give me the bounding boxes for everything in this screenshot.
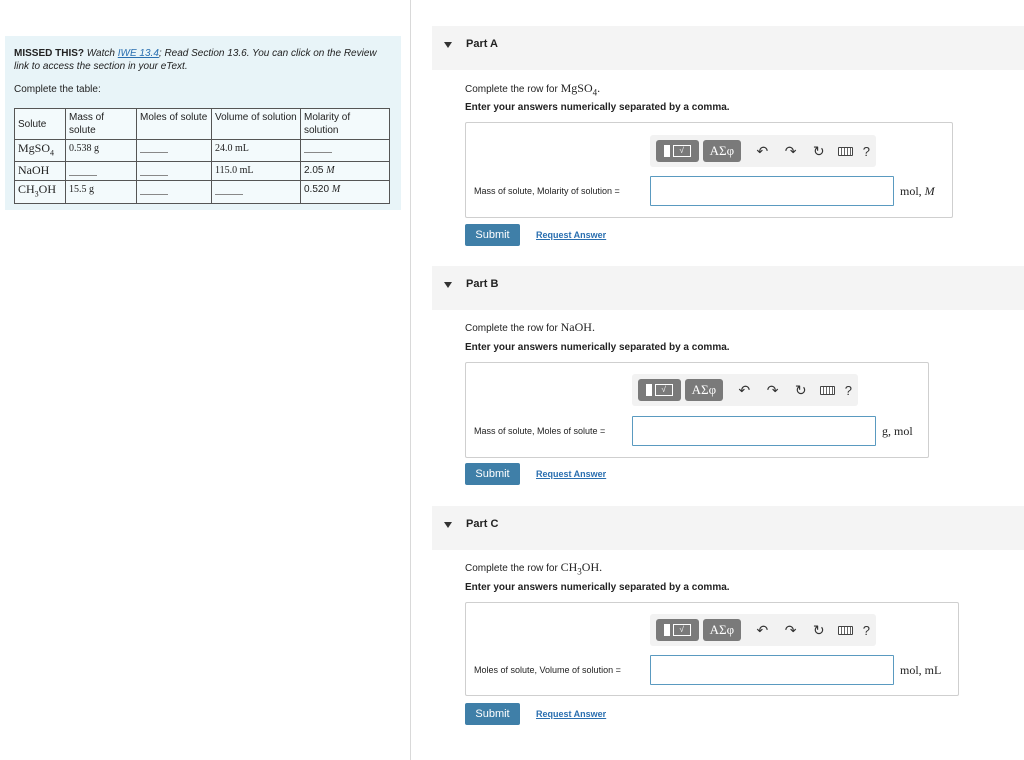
templates-button[interactable]: √ xyxy=(656,140,699,162)
table-row: CH3OH 15.5 g 0.520 M xyxy=(14,180,390,204)
part-b-answer-box: √ ΑΣφ ↶ ↷ ↻ ? Mass of solute, Moles of s… xyxy=(465,362,929,458)
part-c-answer-box: √ ΑΣφ ↶ ↷ ↻ ? Moles of solute, Volume of… xyxy=(465,602,959,696)
redo-icon[interactable]: ↷ xyxy=(761,382,783,399)
part-a-question: Complete the row for MgSO4. xyxy=(465,81,601,98)
header-moles: Moles of solute xyxy=(136,108,212,140)
help-icon[interactable]: ? xyxy=(863,623,870,638)
table-row: NaOH 115.0 mL 2.05 M xyxy=(14,161,390,182)
molarity-cell: 2.05 M xyxy=(300,161,390,182)
submit-button[interactable]: Submit xyxy=(465,463,520,485)
mass-cell: 15.5 g xyxy=(65,180,137,204)
redo-icon[interactable]: ↷ xyxy=(779,622,801,639)
missed-this-panel: MISSED THIS? Watch IWE 13.4; Read Sectio… xyxy=(5,36,401,210)
keyboard-icon[interactable] xyxy=(837,146,853,156)
reset-icon[interactable]: ↻ xyxy=(808,622,830,639)
collapse-triangle-icon[interactable] xyxy=(444,522,452,528)
request-answer-link[interactable]: Request Answer xyxy=(536,709,606,719)
part-b-instruction: Enter your answers numerically separated… xyxy=(465,342,730,353)
header-molarity: Molarity of solution xyxy=(300,108,390,140)
answer-input[interactable] xyxy=(650,655,894,685)
greek-symbols-button[interactable]: ΑΣφ xyxy=(702,140,742,162)
panel-divider xyxy=(410,0,411,760)
help-icon[interactable]: ? xyxy=(845,383,852,398)
request-answer-link[interactable]: Request Answer xyxy=(536,230,606,240)
field-label: Moles of solute, Volume of solution = xyxy=(474,665,621,675)
header-volume: Volume of solution xyxy=(211,108,301,140)
field-label: Mass of solute, Moles of solute = xyxy=(474,426,606,436)
part-b-header[interactable]: Part B xyxy=(432,266,1024,310)
part-title: Part B xyxy=(466,278,499,290)
templates-button[interactable]: √ xyxy=(656,619,699,641)
keyboard-icon[interactable] xyxy=(837,625,853,635)
molarity-cell: 0.520 M xyxy=(300,180,390,204)
table-row: MgSO4 0.538 g 24.0 mL xyxy=(14,138,390,163)
header-solute: Solute xyxy=(14,108,66,140)
missed-this-text: MISSED THIS? Watch IWE 13.4; Read Sectio… xyxy=(14,48,377,72)
unit-label: mol, M xyxy=(900,184,935,198)
answer-input[interactable] xyxy=(632,416,876,446)
moles-cell xyxy=(136,138,212,163)
solution-table: Solute Mass of solute Moles of solute Vo… xyxy=(14,108,390,204)
math-toolbar: √ ΑΣφ ↶ ↷ ↻ ? xyxy=(632,374,858,406)
submit-button[interactable]: Submit xyxy=(465,703,520,725)
part-title: Part A xyxy=(466,38,498,50)
greek-symbols-button[interactable]: ΑΣφ xyxy=(684,379,724,401)
part-b-question: Complete the row for NaOH. xyxy=(465,320,595,334)
request-answer-link[interactable]: Request Answer xyxy=(536,469,606,479)
submit-button[interactable]: Submit xyxy=(465,224,520,246)
volume-cell: 115.0 mL xyxy=(211,161,301,182)
part-c-instruction: Enter your answers numerically separated… xyxy=(465,582,730,593)
mass-cell: 0.538 g xyxy=(65,138,137,163)
greek-symbols-button[interactable]: ΑΣφ xyxy=(702,619,742,641)
redo-icon[interactable]: ↷ xyxy=(779,143,801,160)
undo-icon[interactable]: ↶ xyxy=(733,382,755,399)
solute-cell: MgSO4 xyxy=(14,138,66,163)
moles-cell xyxy=(136,161,212,182)
volume-cell xyxy=(211,180,301,204)
field-label: Mass of solute, Molarity of solution = xyxy=(474,186,620,196)
solute-cell: CH3OH xyxy=(14,180,66,204)
math-toolbar: √ ΑΣφ ↶ ↷ ↻ ? xyxy=(650,614,876,646)
part-title: Part C xyxy=(466,518,499,530)
unit-label: g, mol xyxy=(882,424,913,438)
mass-cell xyxy=(65,161,137,182)
reset-icon[interactable]: ↻ xyxy=(808,143,830,160)
table-intro: Complete the table: xyxy=(14,84,101,95)
solute-cell: NaOH xyxy=(14,161,66,182)
molarity-cell xyxy=(300,138,390,163)
math-toolbar: √ ΑΣφ ↶ ↷ ↻ ? xyxy=(650,135,876,167)
unit-label: mol, mL xyxy=(900,663,942,677)
header-mass: Mass of solute xyxy=(65,108,137,140)
part-a-header[interactable]: Part A xyxy=(432,26,1024,70)
part-a-answer-box: √ ΑΣφ ↶ ↷ ↻ ? Mass of solute, Molarity o… xyxy=(465,122,953,218)
reset-icon[interactable]: ↻ xyxy=(790,382,812,399)
undo-icon[interactable]: ↶ xyxy=(751,143,773,160)
help-icon[interactable]: ? xyxy=(863,144,870,159)
keyboard-icon[interactable] xyxy=(819,385,835,395)
answer-input[interactable] xyxy=(650,176,894,206)
volume-cell: 24.0 mL xyxy=(211,138,301,163)
moles-cell xyxy=(136,180,212,204)
collapse-triangle-icon[interactable] xyxy=(444,42,452,48)
iwe-link[interactable]: IWE 13.4 xyxy=(118,48,159,59)
part-c-header[interactable]: Part C xyxy=(432,506,1024,550)
part-a-instruction: Enter your answers numerically separated… xyxy=(465,102,730,113)
undo-icon[interactable]: ↶ xyxy=(751,622,773,639)
collapse-triangle-icon[interactable] xyxy=(444,282,452,288)
part-c-question: Complete the row for CH3OH. xyxy=(465,560,603,577)
templates-button[interactable]: √ xyxy=(638,379,681,401)
